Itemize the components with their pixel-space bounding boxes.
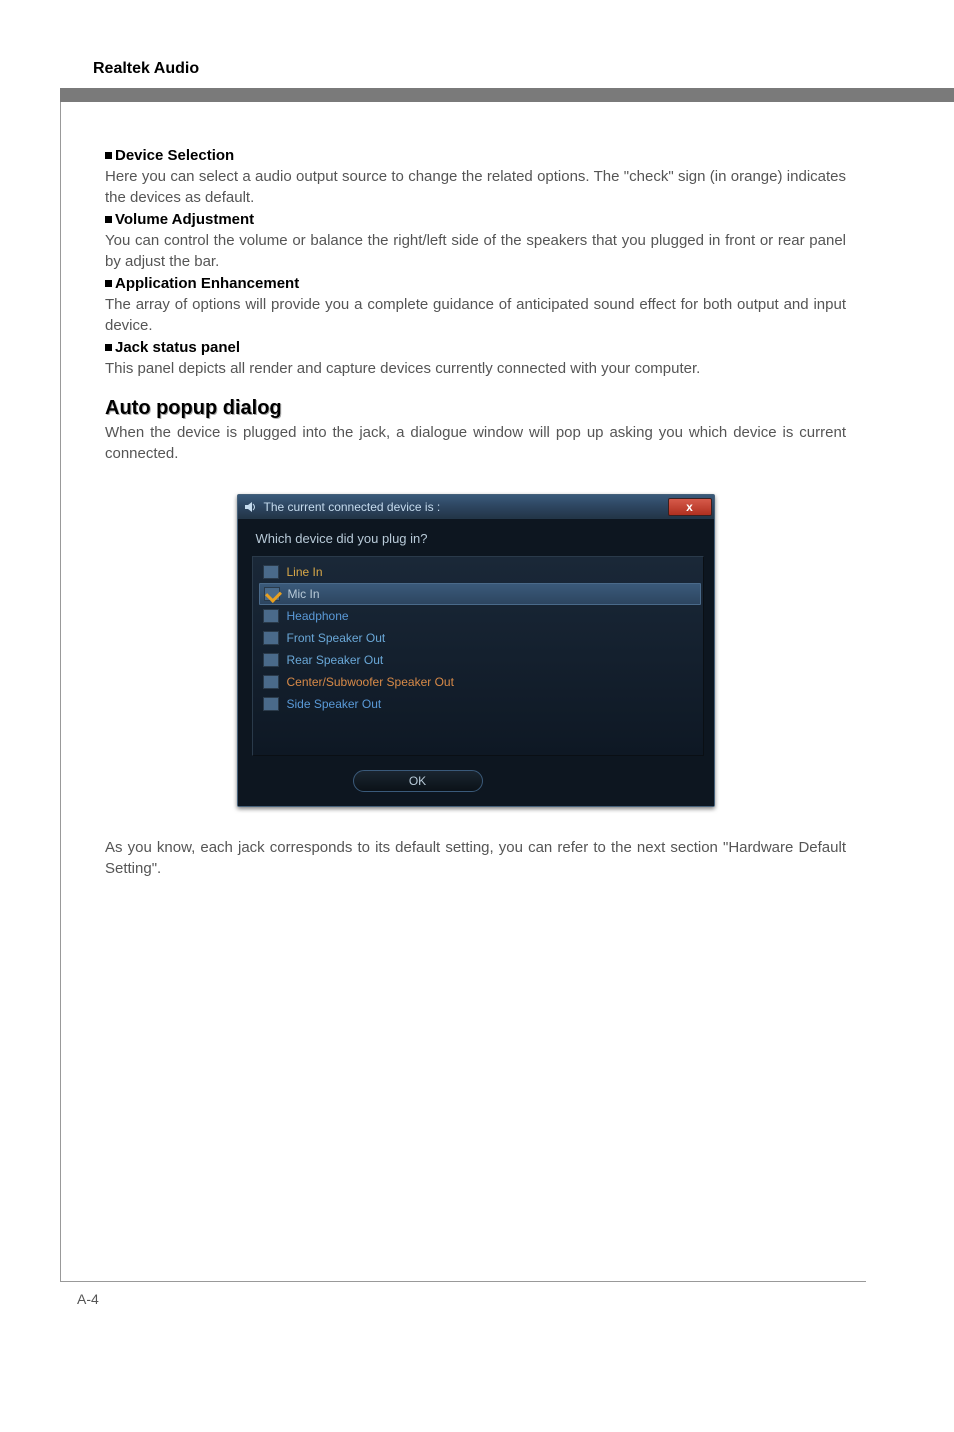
heading-jack-status-label: Jack status panel [115, 339, 240, 356]
bullet-square-icon [105, 280, 112, 287]
jack-icon [263, 565, 279, 579]
header-divider [60, 88, 954, 102]
body-auto-popup-before: When the device is plugged into the jack… [105, 422, 846, 464]
heading-device-selection: Device Selection [105, 147, 846, 164]
page-title: Realtek Audio [90, 60, 866, 78]
ok-button-label: OK [409, 774, 426, 788]
jack-icon [263, 653, 279, 667]
close-button[interactable]: x [668, 498, 712, 516]
body-volume-adjustment: You can control the volume or balance th… [105, 230, 846, 272]
bullet-square-icon [105, 152, 112, 159]
jack-icon [263, 675, 279, 689]
bullet-square-icon [105, 216, 112, 223]
dialog-titlebar[interactable]: The current connected device is : x [238, 495, 714, 519]
device-row[interactable]: Mic In [259, 583, 701, 605]
jack-icon [263, 697, 279, 711]
jack-icon [263, 631, 279, 645]
device-label: Front Speaker Out [287, 631, 386, 645]
heading-jack-status: Jack status panel [105, 339, 846, 356]
body-auto-popup-after: As you know, each jack corresponds to it… [105, 837, 846, 879]
close-icon: x [686, 500, 693, 514]
device-label: Rear Speaker Out [287, 653, 384, 667]
heading-application-enhancement: Application Enhancement [105, 275, 846, 292]
device-label: Mic In [288, 587, 320, 601]
heading-volume-adjustment-label: Volume Adjustment [115, 211, 254, 228]
device-label: Headphone [287, 609, 349, 623]
body-device-selection: Here you can select a audio output sourc… [105, 166, 846, 208]
speaker-icon [244, 500, 258, 514]
heading-application-enhancement-label: Application Enhancement [115, 275, 299, 292]
device-label: Center/Subwoofer Speaker Out [287, 675, 454, 689]
heading-auto-popup: Auto popup dialog [105, 397, 846, 420]
device-row[interactable]: Rear Speaker Out [261, 649, 699, 671]
heading-volume-adjustment: Volume Adjustment [105, 211, 846, 228]
body-application-enhancement: The array of options will provide you a … [105, 294, 846, 336]
dialog-prompt: Which device did you plug in? [252, 531, 704, 546]
device-list[interactable]: Line In Mic In Headphone Front Speaker Out R… [252, 556, 704, 756]
heading-device-selection-label: Device Selection [115, 147, 234, 164]
device-row[interactable]: Headphone [261, 605, 699, 627]
device-row[interactable]: Line In [261, 561, 699, 583]
bullet-square-icon [105, 344, 112, 351]
body-jack-status: This panel depicts all render and captur… [105, 358, 846, 379]
popup-dialog: The current connected device is : x Whic… [237, 494, 715, 807]
dialog-title: The current connected device is : [264, 500, 668, 514]
device-label: Side Speaker Out [287, 697, 382, 711]
jack-icon [264, 587, 280, 601]
device-row[interactable]: Front Speaker Out [261, 627, 699, 649]
device-row[interactable]: Center/Subwoofer Speaker Out [261, 671, 699, 693]
jack-icon [263, 609, 279, 623]
device-label: Line In [287, 565, 323, 579]
page-number: A-4 [77, 1291, 99, 1307]
device-row[interactable]: Side Speaker Out [261, 693, 699, 715]
ok-button[interactable]: OK [353, 770, 483, 792]
